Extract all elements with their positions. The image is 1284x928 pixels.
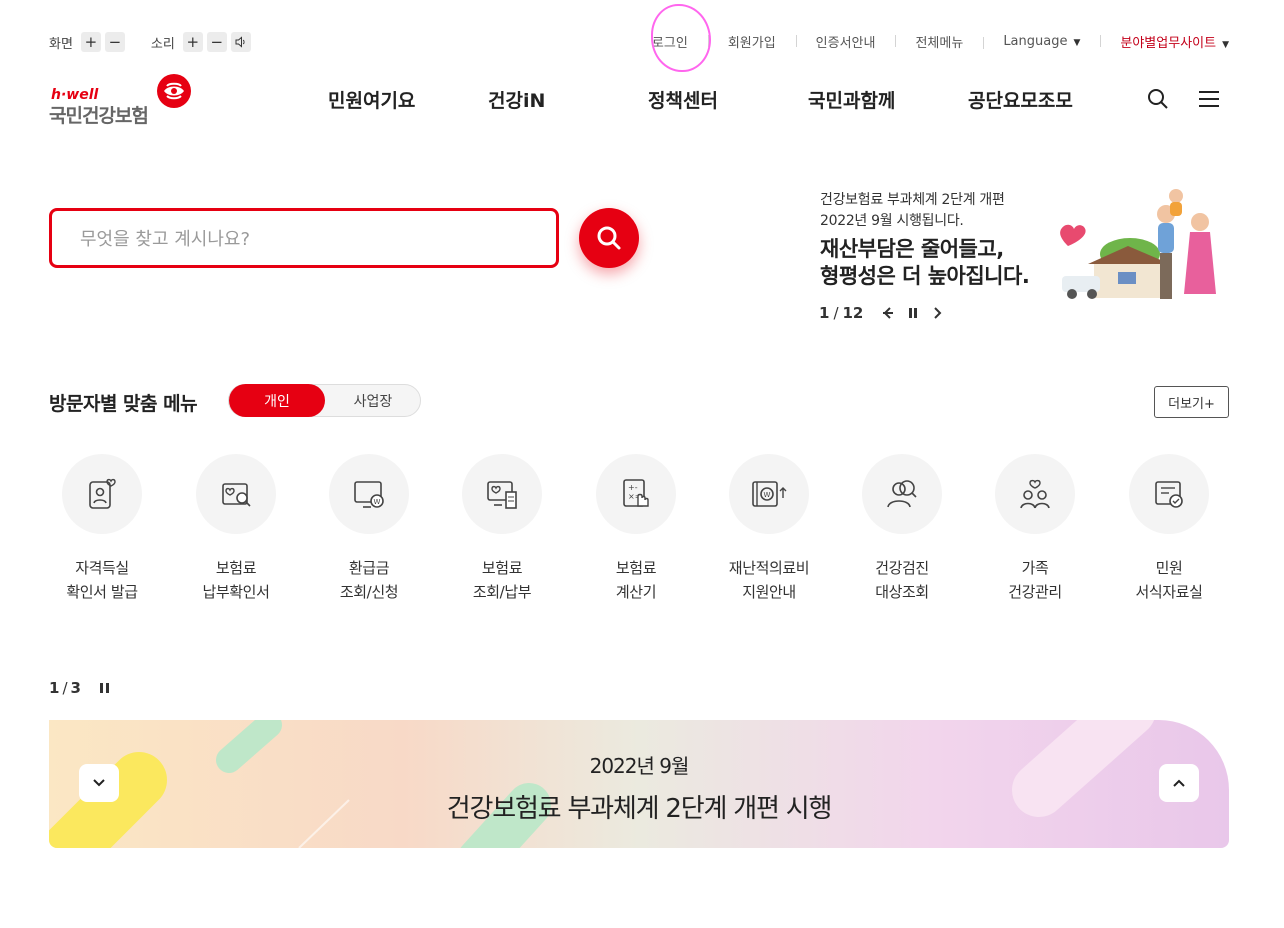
promo-banner[interactable]: 2022년 9월 건강보험료 부과체계 2단계 개편 시행 [49,720,1229,848]
accessibility-controls: 화면 + − 소리 + − [49,32,277,52]
quick-menu-item[interactable]: W 재난적의료비 지원안내 [709,454,829,604]
quick-menu-item[interactable]: 건강검진 대상조회 [842,454,962,604]
promo-pager: 1 / 3 [49,679,111,697]
tab-business[interactable]: 사업장 [325,385,421,416]
search-icon [597,226,621,250]
promo-pause-button[interactable] [99,681,111,695]
screen-zoom-out-button[interactable]: − [104,32,125,52]
quick-menu-label: 보험료 조회/납부 [472,559,532,601]
svg-text:W: W [374,498,381,506]
document-search-icon [196,454,276,534]
promo-page-separator: / [62,679,68,697]
language-label: Language [1003,34,1068,49]
utility-links: 로그인 회원가입 인증서안내 전체메뉴 Language ▼ 분야별업무사이트 ▼ [632,32,1229,51]
visitor-menu-title: 방문자별 맞춤 메뉴 [49,393,198,415]
promo-collapse-button[interactable] [1159,764,1199,802]
sound-group: 소리 + − [151,32,255,52]
screen-zoom-label: 화면 [49,36,73,52]
family-house-illustration [1060,189,1216,299]
signup-link[interactable]: 회원가입 [707,32,796,51]
pause-icon [99,683,109,693]
more-button[interactable]: 더보기+ [1154,386,1229,418]
language-select[interactable]: Language ▼ [983,34,1100,49]
quick-menu-label: 환급금 조회/신청 [339,559,399,601]
quick-menu-item[interactable]: 자격득실 확인서 발급 [42,454,162,604]
promo-date: 2022년 9월 [589,754,690,778]
chevron-right-icon [934,307,942,319]
volume-up-button[interactable]: + [182,32,203,52]
promo-decoration [49,720,1154,848]
chevron-up-icon [1173,779,1185,787]
quick-menu-item[interactable]: W 환급금 조회/신청 [309,454,429,604]
certificate-guide-link[interactable]: 인증서안내 [795,32,896,51]
id-card-heart-icon [62,454,142,534]
quick-menu-label: 건강검진 대상조회 [875,559,929,601]
caret-down-icon: ▼ [1222,40,1229,50]
nav-policy-center[interactable]: 정책센터 [648,86,718,113]
promo-title: 건강보험료 부과체계 2단계 개편 시행 [446,794,833,824]
nav-about-nhis[interactable]: 공단요모조모 [968,86,1073,113]
search-button[interactable] [579,208,639,268]
search-icon[interactable] [1146,87,1170,111]
arrow-left-icon [883,307,894,319]
logo-name: 국민건강보험 [49,105,149,127]
search-placeholder: 무엇을 찾고 계시나요? [80,229,251,250]
banner-headline-1: 재산부담은 줄어들고, [820,237,1004,261]
promo-total-pages: 3 [70,679,81,697]
quick-menu-label: 보험료 계산기 [615,559,657,601]
person-search-icon [862,454,942,534]
promo-current-page: 1 [49,679,60,697]
nav-civil-service[interactable]: 민원여기요 [328,86,415,113]
quick-menu-label: 가족 건강관리 [1008,559,1062,601]
hamburger-menu-icon[interactable] [1197,87,1221,111]
quick-menu-label: 자격득실 확인서 발급 [66,559,138,601]
pause-icon [909,308,918,318]
visitor-type-toggle: 개인 사업장 [228,384,421,417]
banner-next-button[interactable] [931,306,943,320]
tab-personal[interactable]: 개인 [229,384,325,417]
banner-pager: 1 / 12 [819,304,943,322]
affiliate-sites-label: 분야별업무사이트 [1120,36,1217,51]
svg-text:+-: +- [628,483,638,492]
sound-label: 소리 [150,36,175,52]
nav-health-in[interactable]: 건강iN [488,86,545,113]
logo-mark-icon [157,74,191,108]
quick-menu-item[interactable]: 민원 서식자료실 [1109,454,1229,604]
login-highlight-annotation [651,4,711,72]
quick-menu-label: 보험료 납부확인서 [202,559,270,601]
family-heart-icon [995,454,1075,534]
banner-headline-2: 형평성은 더 높아집니다. [820,264,1030,288]
chevron-down-icon [93,779,105,787]
banner-total-pages: 12 [842,304,864,322]
quick-menu-item[interactable]: +- ×= 보험료 계산기 [576,454,696,604]
quick-menu-label: 민원 서식자료실 [1135,559,1203,601]
nav-with-citizens[interactable]: 국민과함께 [808,86,895,113]
banner-subtitle-1: 건강보험료 부과체계 2단계 개편 [820,192,1005,208]
caret-down-icon: ▼ [1073,38,1081,48]
search-input[interactable]: 무엇을 찾고 계시나요? [49,208,559,268]
affiliate-sites-select[interactable]: 분야별업무사이트 ▼ [1100,32,1229,51]
svg-text:W: W [764,491,771,499]
nhis-logo[interactable]: h·well 국민건강보험 [49,74,199,127]
form-check-icon [1129,454,1209,534]
screen-zoom-group: 화면 + − [49,32,129,52]
banner-pause-button[interactable] [907,306,919,320]
quick-menu-label: 재난적의료비 지원안내 [728,559,810,601]
speaker-icon[interactable] [230,32,251,52]
quick-menu-item[interactable]: 보험료 조회/납부 [442,454,562,604]
wallet-won-up-icon: W [729,454,809,534]
banner-subtitle-2: 2022년 9월 시행됩니다. [820,213,964,229]
all-menu-link[interactable]: 전체메뉴 [895,32,983,51]
quick-menu-item[interactable]: 가족 건강관리 [975,454,1095,604]
volume-down-button[interactable]: − [206,32,227,52]
screen-zoom-in-button[interactable]: + [80,32,101,52]
monitor-receipt-icon [462,454,542,534]
banner-prev-button[interactable] [881,306,895,320]
quick-menu-item[interactable]: 보험료 납부확인서 [176,454,296,604]
banner-current-page: 1 [819,304,830,322]
monitor-won-icon: W [329,454,409,534]
calculator-hand-icon: +- ×= [596,454,676,534]
main-banner-text[interactable]: 건강보험료 부과체계 2단계 개편 2022년 9월 시행됩니다. 재산부담은 … [820,190,1030,290]
banner-page-separator: / [833,304,839,322]
